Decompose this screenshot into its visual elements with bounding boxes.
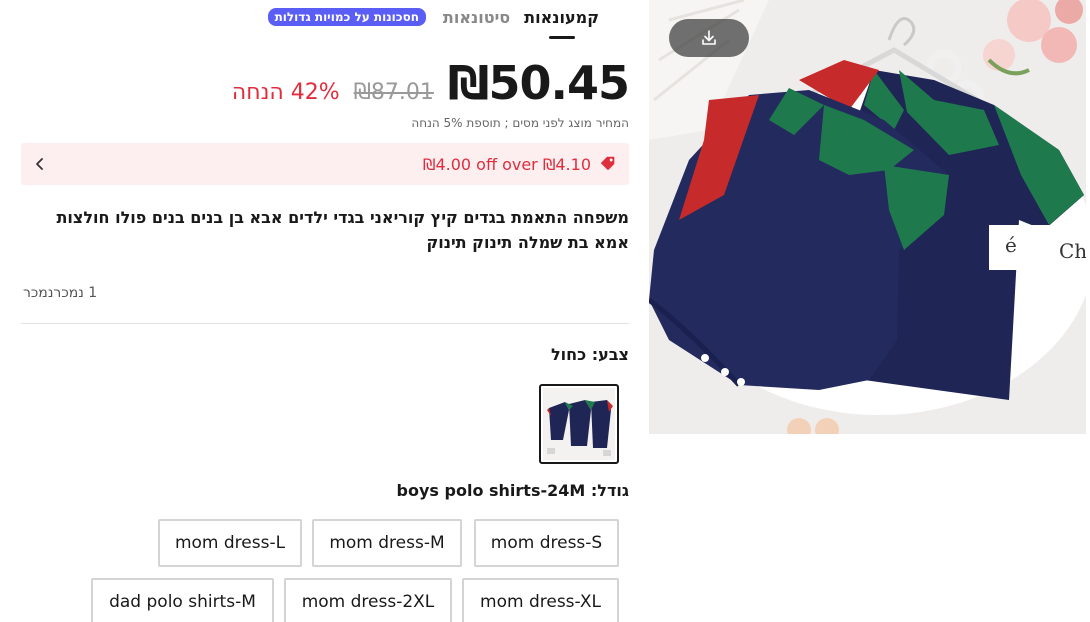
- price-row: ₪50.45 ₪87.01 42% הנחה: [231, 56, 630, 110]
- coupon-banner[interactable]: ₪4.00 off over ₪4.10: [21, 143, 629, 185]
- sold-count: 1 נמכרנמכר: [23, 285, 98, 301]
- original-price: ₪87.01: [353, 80, 434, 105]
- discount-label: 42% הנחה: [231, 80, 340, 105]
- tab-wholesale[interactable]: סיטונאות: [443, 8, 510, 39]
- purchase-mode-tabs: קמעונאות סיטונאות: [443, 8, 599, 42]
- size-selected-value: boys polo shirts-24M: [396, 481, 586, 500]
- size-label: גודל: boys polo shirts-24M: [397, 481, 629, 500]
- product-image-panel[interactable]: Chi é: [649, 0, 1086, 434]
- size-option-mom-dress-xl[interactable]: mom dress-XL: [462, 578, 619, 622]
- image-text-chi: Chi: [1059, 239, 1086, 263]
- download-button[interactable]: [669, 19, 749, 57]
- product-title: משפחה התאמת בגדים קיץ קוריאני בגדי ילדים…: [56, 208, 629, 252]
- color-label: צבע: כחול: [550, 345, 629, 364]
- image-text-e: é: [1005, 233, 1017, 257]
- tab-retail[interactable]: קמעונאות: [524, 8, 599, 39]
- color-swatch-blue[interactable]: [539, 384, 619, 464]
- size-label-prefix: גודל:: [585, 481, 629, 500]
- tax-note: המחיר מוצג לפני מסים ; תוספת 5% הנחה: [411, 116, 629, 130]
- download-icon: [702, 30, 716, 45]
- product-image: Chi é: [649, 0, 1086, 434]
- chevron-left-icon: [36, 158, 43, 170]
- size-option-mom-dress-l[interactable]: mom dress-L: [158, 519, 302, 567]
- size-option-mom-dress-2xl[interactable]: mom dress-2XL: [284, 578, 452, 622]
- coupon-text: ₪4.00 off over ₪4.10: [422, 154, 591, 174]
- size-option-mom-dress-s[interactable]: mom dress-S: [474, 519, 619, 567]
- price-tag-icon: [600, 156, 615, 171]
- size-option-mom-dress-m[interactable]: mom dress-M: [312, 519, 462, 567]
- swatch-thumbnail: [543, 388, 615, 460]
- size-option-dad-polo-shirts-m[interactable]: dad polo shirts-M: [91, 578, 274, 622]
- divider: [21, 323, 629, 324]
- bulk-savings-badge: חסכונות על כמויות גדולות: [267, 8, 426, 26]
- current-price: ₪50.45: [447, 56, 630, 110]
